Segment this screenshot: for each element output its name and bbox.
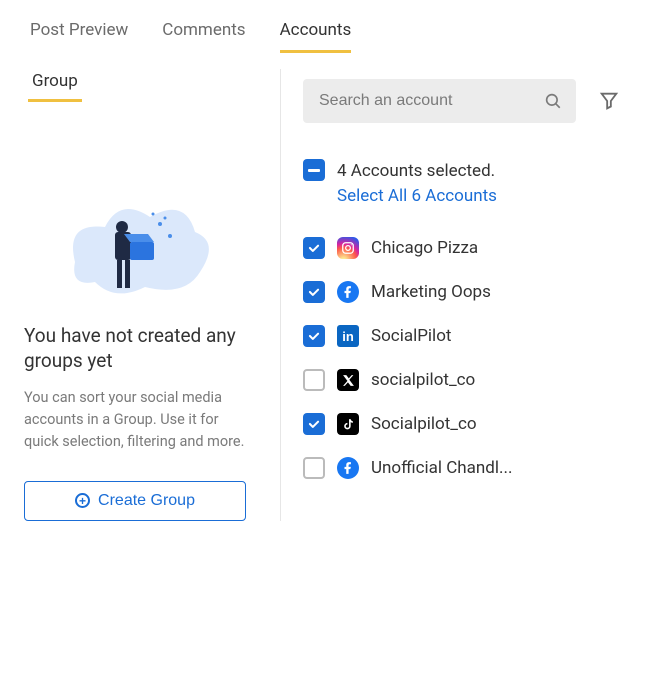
account-row: Unofficial Chandl... [303,446,620,490]
instagram-icon [337,237,359,259]
account-name: SocialPilot [371,326,451,346]
account-row: in SocialPilot [303,314,620,358]
plus-icon: + [75,493,90,508]
empty-description: You can sort your social media accounts … [24,387,256,452]
account-checkbox[interactable] [303,413,325,435]
tabs: Post Preview Comments Accounts [0,0,650,53]
account-checkbox[interactable] [303,369,325,391]
empty-illustration [20,192,260,306]
subtab-group[interactable]: Group [28,69,82,102]
search-box[interactable] [303,79,576,123]
account-checkbox[interactable] [303,237,325,259]
facebook-icon [337,281,359,303]
linkedin-icon: in [337,325,359,347]
create-group-button[interactable]: + Create Group [24,481,246,521]
tab-post-preview[interactable]: Post Preview [30,20,128,53]
account-row: Chicago Pizza [303,226,620,270]
account-name: Marketing Oops [371,282,491,302]
tab-comments[interactable]: Comments [162,20,245,53]
account-name: Unofficial Chandl... [371,458,512,478]
account-name: socialpilot_co [371,370,475,390]
search-input[interactable] [317,91,544,111]
account-row: Marketing Oops [303,270,620,314]
empty-title: You have not created any groups yet [24,324,256,373]
tiktok-icon [337,413,359,435]
create-group-label: Create Group [98,492,195,510]
select-all-checkbox[interactable] [303,159,325,181]
account-name: Socialpilot_co [371,414,477,434]
tab-accounts[interactable]: Accounts [280,20,352,53]
x-icon [337,369,359,391]
select-all-link[interactable]: Select All 6 Accounts [337,186,497,206]
account-row: socialpilot_co [303,358,620,402]
filter-icon[interactable] [598,90,620,112]
selection-summary-block: 4 Accounts selected. Select All 6 Accoun… [337,159,497,208]
search-icon [544,92,562,110]
account-checkbox[interactable] [303,281,325,303]
account-checkbox[interactable] [303,325,325,347]
facebook-icon [337,457,359,479]
selection-summary: 4 Accounts selected. [337,161,495,181]
account-row: Socialpilot_co [303,402,620,446]
account-name: Chicago Pizza [371,238,478,258]
account-checkbox[interactable] [303,457,325,479]
accounts-list: 4 Accounts selected. Select All 6 Accoun… [303,159,620,490]
